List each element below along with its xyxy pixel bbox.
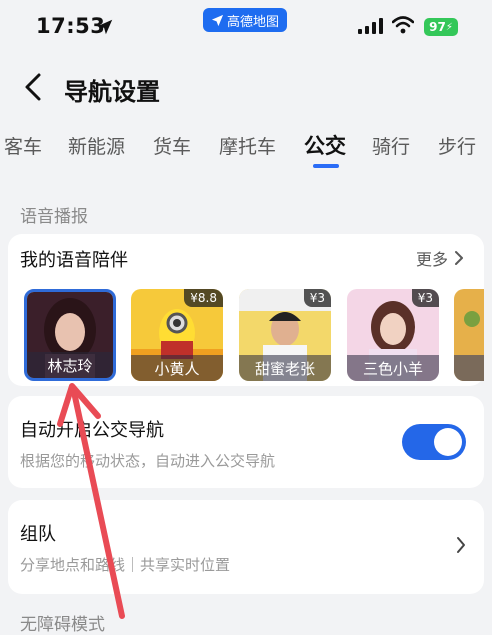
section-title-accessibility: 无障碍模式 [20, 615, 105, 635]
auto-bus-navigation-row: 自动开启公交导航 根据您的移动状态，自动进入公交导航 [8, 396, 484, 488]
cellular-signal-icon [358, 18, 383, 34]
status-time: 17:53 [36, 14, 106, 38]
app-name: 高德地图 [226, 14, 279, 30]
tab-cycling[interactable]: 骑行 [372, 132, 410, 159]
voice-price-badge: ¥3 [303, 289, 331, 307]
voice-item-tianmi-laozhang[interactable]: ¥3 甜蜜老张 [239, 289, 331, 381]
back-chevron-icon[interactable] [22, 72, 44, 102]
wifi-icon [392, 16, 414, 34]
team-title: 组队 [20, 524, 56, 545]
status-bar: 17:53 高德地图 97 ⚡ [0, 0, 492, 54]
voice-item-minion[interactable]: ¥8.8 小黄人 [131, 289, 223, 381]
more-label: 更多 [415, 250, 448, 269]
more-voices-link[interactable]: 更多 [416, 246, 464, 270]
navigation-icon [211, 14, 224, 26]
voice-price-badge: ¥8.8 [184, 289, 223, 307]
app-indicator-pill[interactable]: 高德地图 [203, 8, 287, 32]
tab-public-transit[interactable]: 公交 [304, 130, 346, 160]
voice-item-lin-zhiling[interactable]: 林志玲 [24, 289, 116, 381]
auto-bus-title: 自动开启公交导航 [20, 420, 164, 441]
voice-card-title: 我的语音陪伴 [20, 250, 128, 271]
voice-name-label: 小黄人 [131, 355, 223, 381]
voice-name-label: 林志玲 [27, 352, 113, 378]
tab-motorcycle[interactable]: 摩托车 [219, 132, 276, 159]
active-tab-indicator [313, 164, 339, 168]
charging-bolt-icon: ⚡ [445, 21, 453, 33]
chevron-right-icon [457, 537, 465, 553]
team-row[interactable]: 组队 分享地点和路线｜共享实时位置 [8, 500, 484, 594]
battery-level: 97 [429, 20, 446, 34]
chevron-right-icon [455, 251, 463, 265]
transport-tabs: 客车 新能源 货车 摩托车 公交 骑行 步行 [0, 128, 492, 172]
voice-name-label: 三色小羊 [347, 355, 439, 381]
battery-indicator: 97 ⚡ [424, 18, 458, 36]
voice-price-badge: ¥3 [411, 289, 439, 307]
auto-bus-toggle[interactable] [402, 424, 466, 460]
tab-walking[interactable]: 步行 [438, 132, 476, 159]
nav-header: 导航设置 [0, 62, 492, 112]
tab-truck[interactable]: 货车 [153, 132, 191, 159]
location-arrow-icon [97, 19, 113, 35]
page-title: 导航设置 [64, 78, 160, 106]
voice-item-partial[interactable] [454, 289, 484, 381]
voice-companion-card: 我的语音陪伴 更多 林志玲 ¥8.8 小黄人 ¥3 甜蜜老张 ¥3 三色小羊 [8, 234, 484, 386]
voice-item-sanse-xiaoyang[interactable]: ¥3 三色小羊 [347, 289, 439, 381]
tab-new-energy[interactable]: 新能源 [68, 132, 125, 159]
team-subtitle: 分享地点和路线｜共享实时位置 [20, 556, 231, 574]
toggle-knob [434, 428, 462, 456]
auto-bus-subtitle: 根据您的移动状态，自动进入公交导航 [20, 452, 276, 470]
tab-bus-coach[interactable]: 客车 [4, 132, 42, 159]
section-title-voice: 语音播报 [20, 207, 88, 227]
voice-name-label: 甜蜜老张 [239, 355, 331, 381]
voice-avatar-image [454, 289, 484, 381]
